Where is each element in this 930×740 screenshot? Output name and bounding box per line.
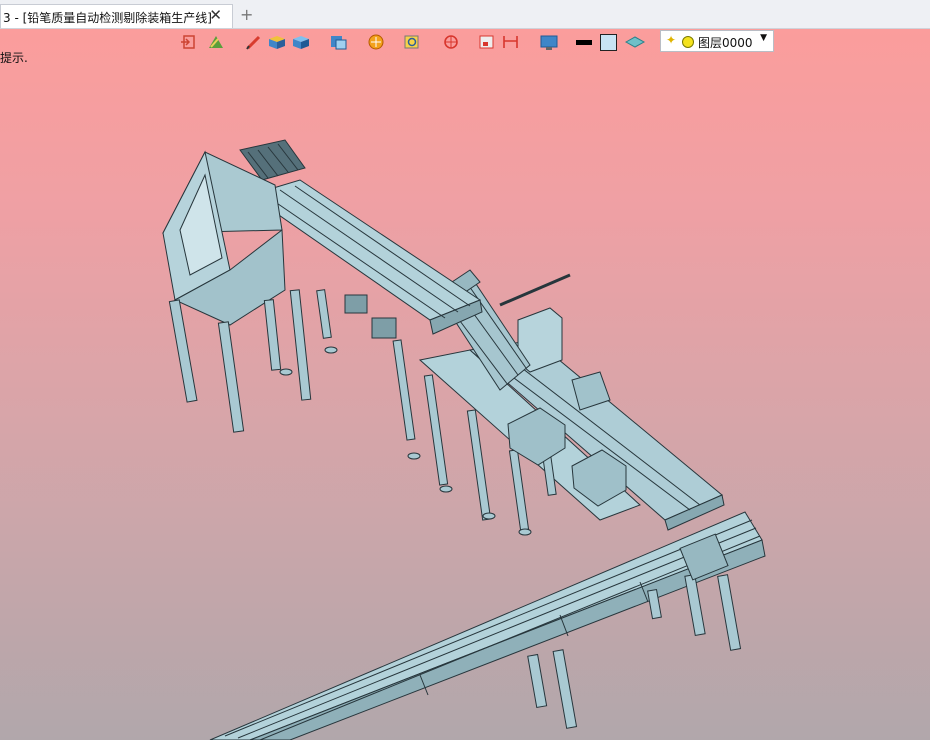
leveling-foot [518,528,532,536]
feed-leg [316,289,332,339]
lightbulb-icon[interactable]: ✦ [666,33,676,47]
conveyor-line-model[interactable] [0,29,930,740]
tower-leg [217,321,245,433]
main-conveyor-top [209,511,763,740]
leveling-foot [439,485,453,493]
hatch-icon[interactable] [206,33,228,51]
motor-box [344,294,368,314]
chevron-down-icon[interactable]: ▼ [760,33,767,43]
layer-label: 图层0000 [698,36,753,50]
layer-selector[interactable]: ✦ 图层0000 ▼ [660,30,774,52]
fill-color-swatch[interactable] [600,33,622,51]
table-leg [508,449,530,531]
pencil-icon[interactable] [244,33,266,51]
close-tab-icon[interactable]: ✕ [209,6,222,24]
new-tab-icon[interactable]: + [240,5,253,24]
exit-icon[interactable] [180,33,202,51]
motor-box [371,317,397,339]
box-icon[interactable] [266,33,288,51]
view-toolbar [178,31,658,53]
main-conveyor-side [249,539,766,740]
conveyor-leg [527,653,548,709]
table-leg [423,374,449,486]
line-color-swatch[interactable] [576,33,598,51]
tower-leg [263,299,282,371]
conveyor-leg [684,574,706,636]
feed-leg [392,339,416,441]
dimension-icon[interactable] [500,33,522,51]
status-hint: 提示. [0,51,28,65]
leveling-foot [279,368,293,376]
cube-icon[interactable] [290,33,312,51]
leveling-foot [324,346,338,354]
table-leg [466,409,492,521]
conveyor-leg [552,649,578,729]
conveyor-leg [717,574,742,651]
leveling-foot [482,512,496,520]
tower-leg [168,299,198,403]
document-tab-bar: 3 - [铅笔质量自动检测剔除装箱生产线] ✕ + [0,0,930,29]
sensor-arm [499,273,571,307]
layer-tools-icon[interactable] [624,33,646,51]
3d-viewport[interactable]: 提示. ✦ 图层0000 ▼ [0,29,930,740]
document-tab[interactable]: 3 - [铅笔质量自动检测剔除装箱生产线] ✕ [0,4,233,28]
tower-leg [289,289,312,401]
display-icon[interactable] [538,33,560,51]
document-tab-title: 3 - [铅笔质量自动检测剔除装箱生产线] [3,11,212,25]
leveling-foot [407,452,421,460]
zoom-window-icon[interactable] [402,33,424,51]
frame-icon[interactable] [476,33,498,51]
layer-color-icon [682,36,694,48]
view-cube-icon[interactable] [328,33,350,51]
rotate-icon[interactable] [440,33,462,51]
render-icon[interactable] [365,33,387,51]
